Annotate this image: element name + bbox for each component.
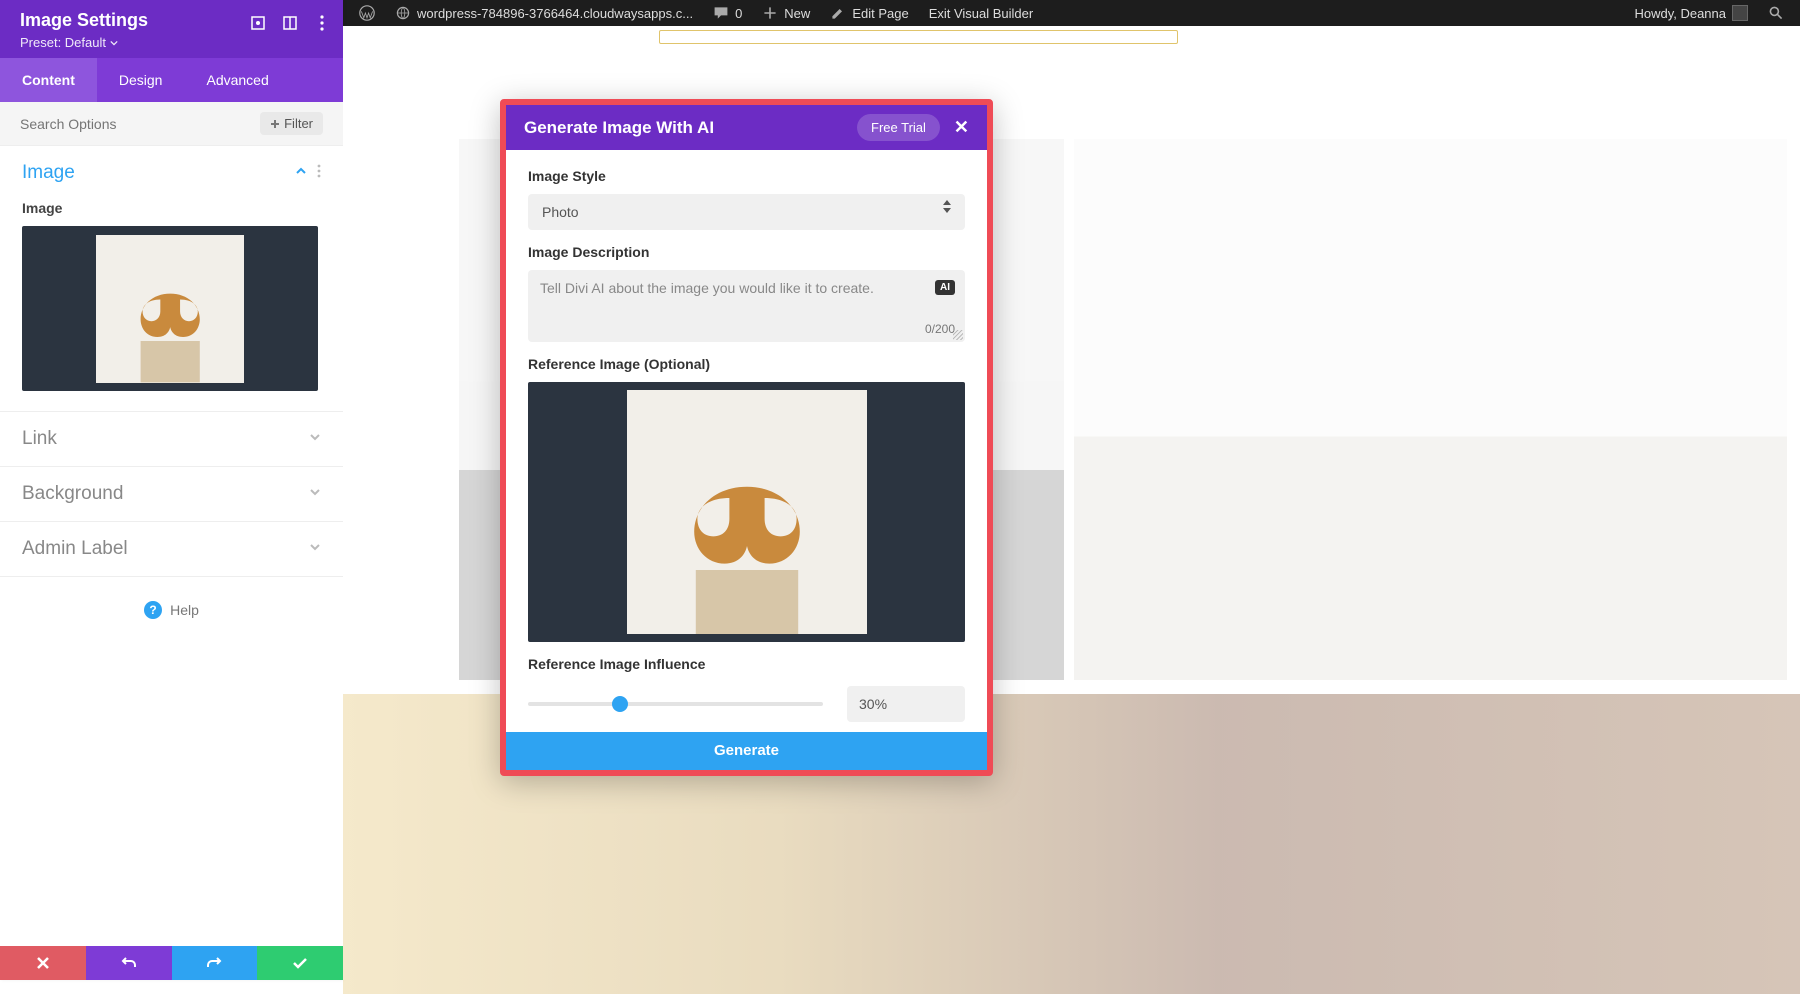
- filter-label: Filter: [284, 116, 313, 131]
- image-style-value: Photo: [542, 204, 579, 220]
- image-description-input[interactable]: Tell Divi AI about the image you would l…: [528, 270, 965, 342]
- comments-link[interactable]: 0: [703, 0, 752, 26]
- image-description-placeholder: Tell Divi AI about the image you would l…: [540, 280, 874, 296]
- section-admin-label-header[interactable]: Admin Label: [0, 522, 343, 576]
- section-background-header[interactable]: Background: [0, 467, 343, 521]
- user-greeting[interactable]: Howdy, Deanna: [1624, 0, 1758, 26]
- slider-thumb[interactable]: [612, 696, 628, 712]
- section-background-title: Background: [22, 483, 309, 505]
- comments-count: 0: [735, 6, 742, 21]
- edit-page-label: Edit Page: [852, 6, 908, 21]
- new-menu[interactable]: New: [752, 0, 820, 26]
- layout-icon[interactable]: [281, 14, 299, 32]
- undo-button[interactable]: [86, 946, 172, 980]
- tab-advanced[interactable]: Advanced: [184, 58, 290, 102]
- chevron-down-icon: [309, 485, 321, 503]
- search-icon[interactable]: [1758, 0, 1794, 26]
- greeting-text: Howdy, Deanna: [1634, 6, 1726, 21]
- site-name[interactable]: wordpress-784896-3766464.cloudwaysapps.c…: [385, 0, 703, 26]
- expand-icon[interactable]: [249, 14, 267, 32]
- background-image-right: [1074, 139, 1787, 680]
- chevron-down-icon: [309, 430, 321, 448]
- avatar: [1732, 5, 1748, 21]
- chevron-up-icon: [295, 164, 307, 182]
- generate-button[interactable]: Generate: [506, 732, 987, 770]
- site-url-text: wordpress-784896-3766464.cloudwaysapps.c…: [417, 6, 693, 21]
- influence-label: Reference Image Influence: [528, 656, 965, 672]
- save-button[interactable]: [257, 946, 343, 980]
- pretzel-icon: [111, 264, 229, 382]
- tab-design[interactable]: Design: [97, 58, 185, 102]
- edit-page-link[interactable]: Edit Page: [820, 0, 918, 26]
- ai-dialog-title: Generate Image With AI: [524, 118, 714, 138]
- section-kebab-icon[interactable]: [317, 164, 321, 183]
- search-input[interactable]: [20, 116, 260, 132]
- section-link-title: Link: [22, 428, 309, 450]
- exit-visual-builder[interactable]: Exit Visual Builder: [919, 0, 1044, 26]
- new-label: New: [784, 6, 810, 21]
- resize-handle[interactable]: [953, 330, 963, 340]
- section-admin-label-title: Admin Label: [22, 538, 309, 560]
- ai-badge-button[interactable]: AI: [935, 280, 955, 295]
- influence-slider[interactable]: [528, 702, 823, 706]
- image-preview[interactable]: [22, 226, 318, 391]
- section-link-header[interactable]: Link: [0, 412, 343, 466]
- help-link[interactable]: ? Help: [144, 601, 199, 619]
- section-image-title: Image: [22, 162, 295, 184]
- image-field-label: Image: [22, 200, 321, 216]
- image-description-label: Image Description: [528, 244, 965, 260]
- close-icon[interactable]: ✕: [954, 117, 969, 138]
- image-style-select[interactable]: Photo: [528, 194, 965, 230]
- influence-value[interactable]: 30%: [847, 686, 965, 722]
- cancel-button[interactable]: [0, 946, 86, 980]
- filter-button[interactable]: Filter: [260, 112, 323, 135]
- preset-label: Preset: Default: [20, 35, 106, 50]
- image-style-label: Image Style: [528, 168, 965, 184]
- chevron-down-icon: [309, 540, 321, 558]
- char-count: 0/200: [925, 322, 955, 336]
- free-trial-button[interactable]: Free Trial: [857, 114, 940, 141]
- ai-image-dialog: Generate Image With AI Free Trial ✕ Imag…: [500, 99, 993, 776]
- tab-content[interactable]: Content: [0, 58, 97, 102]
- pretzel-icon: [651, 442, 843, 634]
- wp-logo[interactable]: [349, 0, 385, 26]
- section-image-header[interactable]: Image: [0, 146, 343, 200]
- preset-dropdown[interactable]: Preset: Default: [20, 35, 323, 50]
- reference-image-label: Reference Image (Optional): [528, 356, 965, 372]
- kebab-icon[interactable]: [313, 14, 331, 32]
- redo-button[interactable]: [172, 946, 258, 980]
- help-label: Help: [170, 602, 199, 618]
- reference-image-preview[interactable]: [528, 382, 965, 642]
- help-icon: ?: [144, 601, 162, 619]
- module-placeholder[interactable]: [659, 30, 1178, 44]
- exit-builder-label: Exit Visual Builder: [929, 6, 1034, 21]
